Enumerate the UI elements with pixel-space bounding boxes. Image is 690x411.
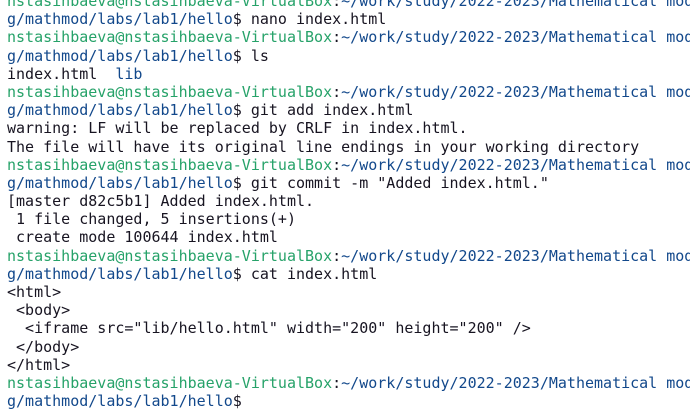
output-text: $ ls	[232, 46, 269, 65]
output-text: <body>	[7, 301, 71, 320]
terminal-line: g/mathmod/labs/lab1/hello$ git commit -m…	[7, 174, 690, 192]
prompt-path: g/mathmod/labs/lab1/hello	[7, 101, 233, 120]
prompt-separator: :	[332, 155, 342, 174]
prompt-separator: :	[332, 0, 342, 10]
output-text: The file will have its original line end…	[7, 137, 640, 156]
prompt-path: ~/work/study/2022-2023/Mathematical mod	[341, 246, 690, 265]
prompt-separator: :	[332, 82, 342, 101]
output-text: <iframe src="lib/hello.html" width="200"…	[7, 319, 531, 338]
terminal-line: [master d82c5b1] Added index.html.	[7, 192, 690, 210]
prompt-path: ~/work/study/2022-2023/Mathematical mod	[341, 373, 690, 392]
terminal-line: nstasihbaeva@nstasihbaeva-VirtualBox:~/w…	[7, 28, 690, 46]
output-text: <html>	[7, 283, 62, 301]
terminal-line: nstasihbaeva@nstasihbaeva-VirtualBox:~/w…	[7, 0, 690, 10]
terminal-line: <html>	[7, 283, 690, 301]
terminal-line: <body>	[7, 301, 690, 319]
output-text: warning: LF will be replaced by CRLF in …	[7, 119, 468, 138]
output-text: </body>	[7, 337, 80, 356]
prompt-path: g/mathmod/labs/lab1/hello	[7, 46, 233, 65]
terminal-window[interactable]: nstasihbaeva@nstasihbaeva-VirtualBox:~/w…	[0, 0, 690, 411]
terminal-line: 1 file changed, 5 insertions(+)	[7, 210, 690, 228]
prompt-user-host: nstasihbaeva@nstasihbaeva-VirtualBox	[7, 373, 333, 392]
prompt-user-host: nstasihbaeva@nstasihbaeva-VirtualBox	[7, 82, 333, 101]
output-text: $ git commit -m "Added index.html."	[232, 173, 549, 192]
terminal-output: nstasihbaeva@nstasihbaeva-VirtualBox:~/w…	[7, 0, 690, 410]
prompt-separator: :	[332, 246, 342, 265]
terminal-line: index.html lib	[7, 65, 690, 83]
prompt-separator: :	[332, 373, 342, 392]
terminal-line: The file will have its original line end…	[7, 138, 690, 156]
directory-entry: lib	[115, 64, 143, 83]
terminal-line: g/mathmod/labs/lab1/hello$ cat index.htm…	[7, 265, 690, 283]
terminal-line: g/mathmod/labs/lab1/hello$	[7, 392, 690, 410]
terminal-line: </html>	[7, 356, 690, 374]
output-text: create mode 100644 index.html	[7, 228, 278, 247]
terminal-line: warning: LF will be replaced by CRLF in …	[7, 119, 690, 137]
output-text: $ nano index.html	[232, 10, 387, 29]
terminal-line: g/mathmod/labs/lab1/hello$ nano index.ht…	[7, 10, 690, 28]
terminal-line: create mode 100644 index.html	[7, 228, 690, 246]
terminal-line: <iframe src="lib/hello.html" width="200"…	[7, 319, 690, 337]
prompt-path: ~/work/study/2022-2023/Mathematical mod	[341, 0, 690, 10]
prompt-path: ~/work/study/2022-2023/Mathematical mod	[341, 155, 690, 174]
text-cursor	[251, 393, 260, 409]
prompt-path: ~/work/study/2022-2023/Mathematical mod	[341, 82, 690, 101]
output-text: $ git add index.html	[232, 101, 414, 120]
output-text: $	[232, 392, 242, 411]
prompt-path: g/mathmod/labs/lab1/hello	[7, 264, 233, 283]
prompt-path: g/mathmod/labs/lab1/hello	[7, 10, 233, 29]
terminal-line: nstasihbaeva@nstasihbaeva-VirtualBox:~/w…	[7, 247, 690, 265]
terminal-line: nstasihbaeva@nstasihbaeva-VirtualBox:~/w…	[7, 83, 690, 101]
output-text: [master d82c5b1] Added index.html.	[7, 192, 315, 211]
terminal-line: nstasihbaeva@nstasihbaeva-VirtualBox:~/w…	[7, 156, 690, 174]
prompt-path: g/mathmod/labs/lab1/hello	[7, 173, 233, 192]
prompt-path: g/mathmod/labs/lab1/hello	[7, 392, 233, 411]
terminal-line: </body>	[7, 338, 690, 356]
output-text: index.html	[7, 64, 116, 83]
output-text: 1 file changed, 5 insertions(+)	[7, 210, 296, 229]
terminal-line: g/mathmod/labs/lab1/hello$ git add index…	[7, 101, 690, 119]
output-text: </html>	[7, 355, 71, 374]
prompt-user-host: nstasihbaeva@nstasihbaeva-VirtualBox	[7, 28, 333, 47]
terminal-line: nstasihbaeva@nstasihbaeva-VirtualBox:~/w…	[7, 374, 690, 392]
terminal-line: g/mathmod/labs/lab1/hello$ ls	[7, 47, 690, 65]
output-text: $ cat index.html	[232, 264, 378, 283]
prompt-user-host: nstasihbaeva@nstasihbaeva-VirtualBox	[7, 246, 333, 265]
prompt-path: ~/work/study/2022-2023/Mathematical mod	[341, 28, 690, 47]
prompt-user-host: nstasihbaeva@nstasihbaeva-VirtualBox	[7, 155, 333, 174]
prompt-separator: :	[332, 28, 342, 47]
prompt-user-host: nstasihbaeva@nstasihbaeva-VirtualBox	[7, 0, 333, 10]
